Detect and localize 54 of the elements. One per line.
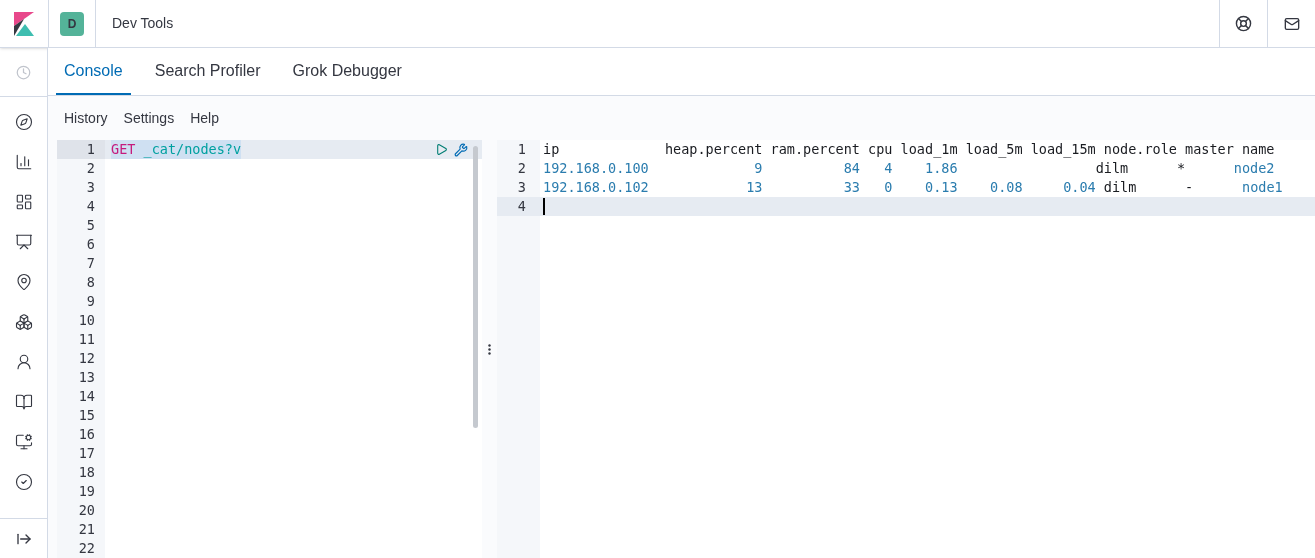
tab[interactable]: Console [56,48,131,95]
cluster-icon[interactable] [14,313,33,331]
line-number: 2 [85,159,96,178]
line-number: 9 [85,292,96,311]
line-number: 12 [77,349,96,368]
tab[interactable]: Grok Debugger [284,48,410,95]
tab[interactable]: Search Profiler [146,48,269,95]
line-number: 4 [85,197,96,216]
menu-link[interactable]: History [64,107,108,129]
line-number: 18 [77,463,96,482]
line-number: 3 [516,178,527,197]
resize-handle[interactable] [488,343,491,355]
line-number: 16 [77,425,96,444]
response-line: ip heap.percent ram.percent cpu load_1m load_5m load_15m node.role master name [542,140,1276,159]
line-number: 1 [57,140,105,159]
menu-link[interactable]: Settings [123,107,175,129]
text-cursor [543,198,545,215]
map-pin-icon[interactable] [14,273,33,291]
line-number: 14 [77,387,96,406]
line-number: 13 [77,368,96,387]
line-number: 5 [85,216,96,235]
line-number: 8 [85,273,96,292]
help-icon[interactable] [1235,15,1252,32]
page-title: Dev Tools [112,14,174,33]
canvas-icon[interactable] [14,233,33,251]
line-number: 7 [85,254,96,273]
line-number: 22 [77,539,96,558]
play-icon[interactable] [435,143,448,156]
mail-icon[interactable] [1283,15,1300,32]
response-line: 192.168.0.100 9 84 4 1.86 dilm * node2 [542,159,1276,178]
compass-icon[interactable] [14,113,33,131]
line-number: 1 [516,140,527,159]
line-number: 20 [77,501,96,520]
line-number: 10 [77,311,96,330]
line-number: 15 [77,406,96,425]
line-number: 17 [77,444,96,463]
dashboard-icon[interactable] [14,193,33,211]
space-avatar[interactable]: D [60,11,84,36]
line-number: 11 [77,330,96,349]
line-number: 19 [77,482,96,501]
check-icon[interactable] [14,473,33,491]
wrench-icon[interactable] [454,142,468,157]
line-number: 6 [85,235,96,254]
line-number: 3 [85,178,96,197]
line-number: 21 [77,520,96,539]
logo-icon[interactable] [14,11,34,36]
menu-link[interactable]: Help [190,107,219,129]
line-number: 4 [497,197,540,216]
user-icon[interactable] [14,353,33,371]
chart-icon[interactable] [14,153,33,171]
response-line: 192.168.0.102 13 33 0 0.13 0.08 0.04 dilm - node1 [542,178,1284,197]
book-icon[interactable] [14,393,33,411]
monitor-icon[interactable] [14,433,33,451]
line-number: 2 [516,159,527,178]
